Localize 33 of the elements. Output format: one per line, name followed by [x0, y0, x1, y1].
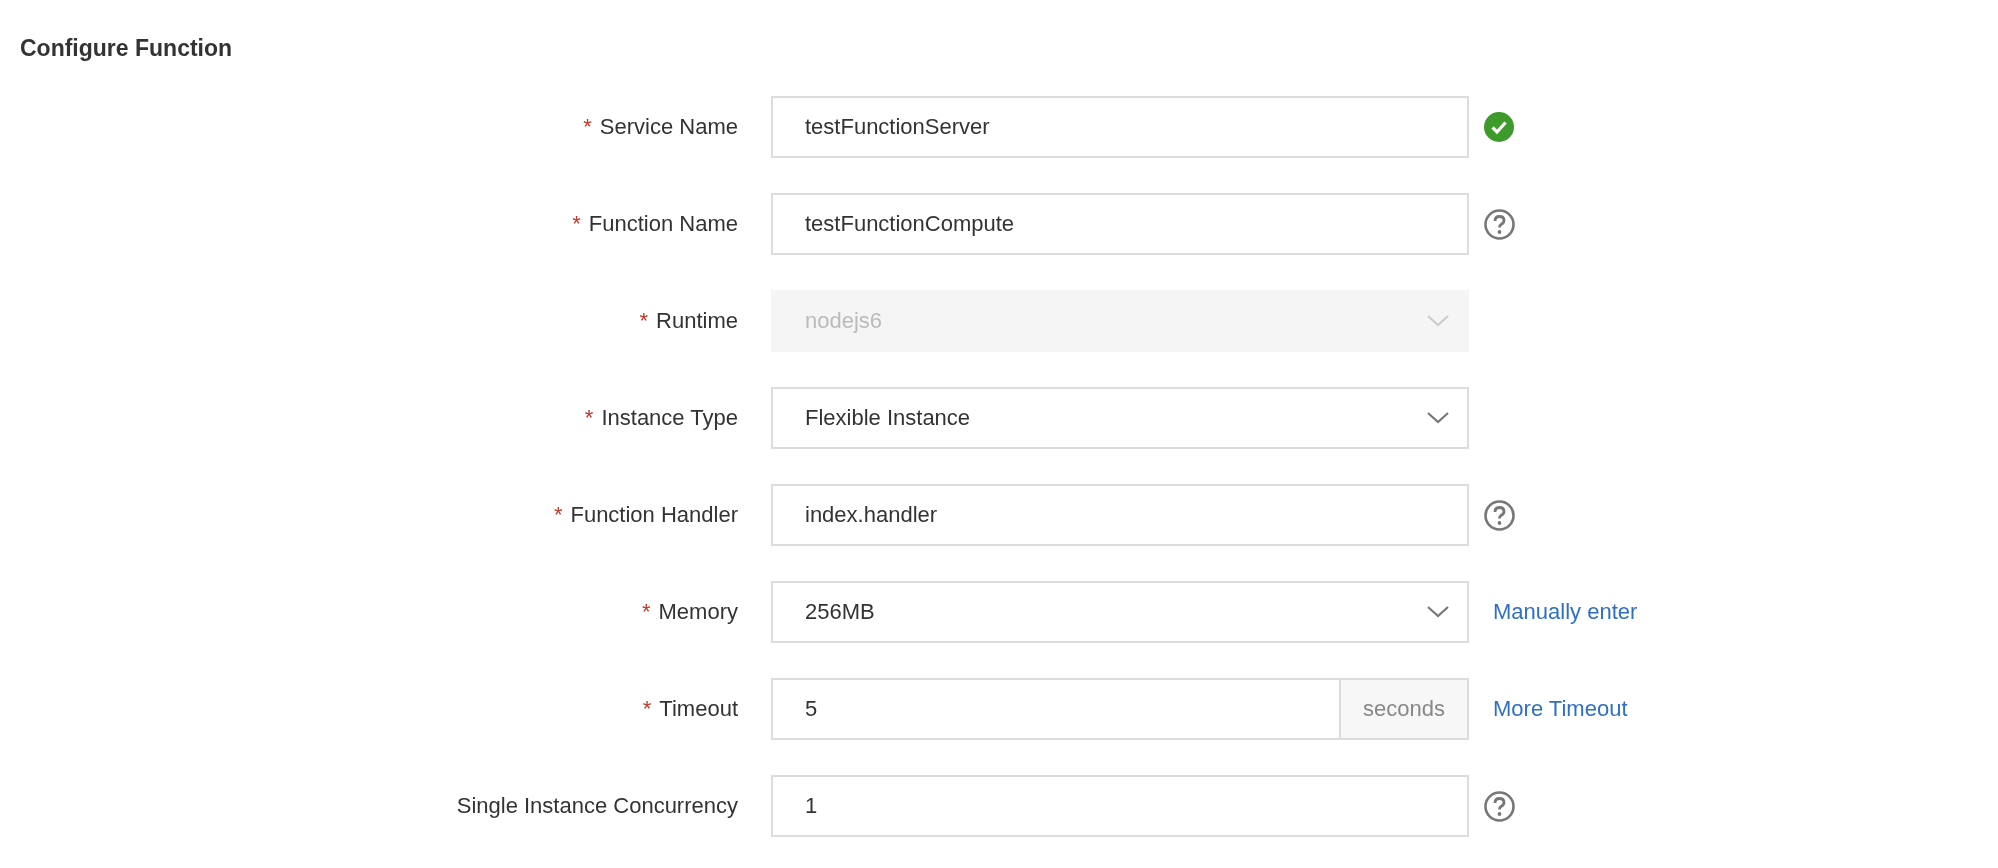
section-title: Configure Function	[20, 34, 233, 63]
chevron-down-icon	[1427, 315, 1449, 327]
required-mark: *	[642, 696, 652, 721]
text-input[interactable]: testFunctionServer	[771, 96, 1469, 158]
help-icon[interactable]	[1484, 499, 1515, 531]
label-text: Runtime	[656, 308, 738, 333]
label-text: Timeout	[659, 696, 738, 721]
select-dropdown[interactable]: Flexible Instance	[771, 387, 1469, 449]
label-text: Single Instance Concurrency	[456, 793, 738, 818]
help-icon[interactable]	[1484, 790, 1515, 822]
label-text: Service Name	[599, 114, 738, 139]
label-text: Function Name	[588, 211, 738, 236]
required-mark: *	[553, 502, 563, 527]
label-text: Memory	[658, 599, 738, 624]
chevron-down-icon	[1427, 412, 1449, 424]
text-input[interactable]: 1	[771, 775, 1469, 837]
help-icon[interactable]	[1484, 208, 1515, 240]
text-input[interactable]: index.handler	[771, 484, 1469, 546]
link[interactable]: Manually enter	[1493, 599, 1638, 625]
number-input[interactable]: 5	[771, 678, 1339, 740]
required-mark: *	[572, 211, 581, 236]
label-text: Function Handler	[570, 502, 738, 527]
required-mark: *	[583, 114, 592, 139]
label-text: Instance Type	[601, 405, 738, 430]
required-mark: *	[639, 308, 649, 333]
unit-addon: seconds	[1339, 678, 1469, 740]
required-mark: *	[642, 599, 651, 624]
link[interactable]: More Timeout	[1493, 696, 1628, 722]
chevron-down-icon	[1427, 606, 1449, 618]
check-circle-icon	[1484, 112, 1514, 142]
text-input[interactable]: testFunctionCompute	[771, 193, 1469, 255]
required-mark: *	[584, 405, 594, 430]
select-dropdown[interactable]: 256MB	[771, 581, 1469, 643]
